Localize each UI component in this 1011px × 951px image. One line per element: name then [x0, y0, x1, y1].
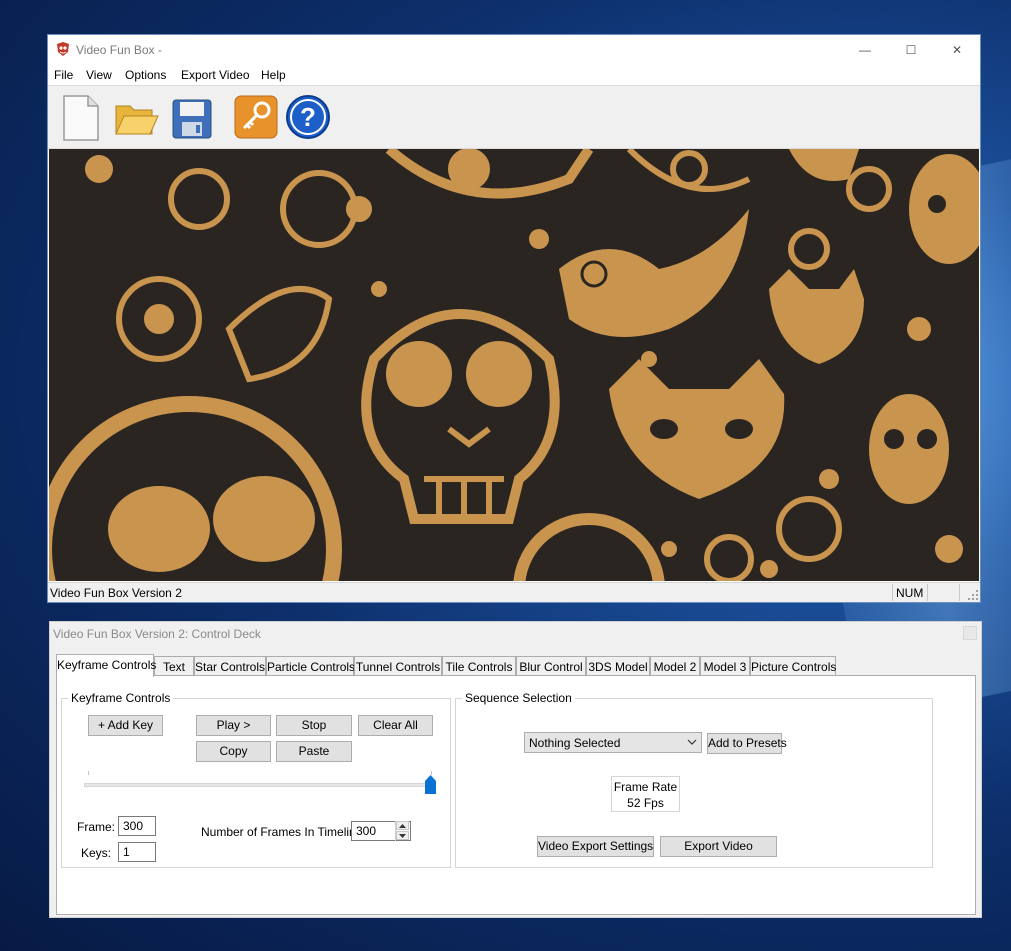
- tab-model-2[interactable]: Model 2: [650, 656, 700, 676]
- keys-label: Keys:: [81, 846, 112, 860]
- sequence-dropdown[interactable]: Nothing Selected: [524, 732, 702, 753]
- save-floppy-icon[interactable]: [168, 92, 216, 142]
- chevron-up-icon: [399, 823, 406, 828]
- toolbar: ?: [48, 85, 980, 149]
- tab-particle-controls[interactable]: Particle Controls: [266, 656, 355, 676]
- status-pane: [932, 584, 960, 601]
- tab-tile-controls[interactable]: Tile Controls: [442, 656, 516, 676]
- add-to-presets-button[interactable]: Add to Presets: [707, 733, 787, 754]
- tab-model-3[interactable]: Model 3: [700, 656, 750, 676]
- help-icon[interactable]: ?: [284, 92, 332, 142]
- close-button[interactable]: ✕: [934, 35, 980, 65]
- clear-all-button[interactable]: Clear All: [358, 715, 433, 736]
- frame-rate-value: 52 Fps: [627, 796, 664, 810]
- frame-input[interactable]: 300: [118, 816, 156, 836]
- maximize-icon: ☐: [905, 43, 917, 57]
- frame-rate-label: Frame Rate: [613, 780, 678, 794]
- menu-file[interactable]: File: [54, 68, 73, 82]
- chevron-down-icon: [399, 833, 406, 838]
- control-deck-close-button[interactable]: [963, 626, 977, 640]
- keyframe-controls-group: Keyframe Controls + Add Key Play > Stop …: [61, 691, 451, 868]
- spin-down-button[interactable]: [396, 831, 409, 840]
- window-title: Video Fun Box -: [76, 43, 162, 57]
- resize-grip-icon[interactable]: [968, 590, 978, 600]
- video-export-settings-button[interactable]: Video Export Settings: [537, 836, 654, 857]
- slider-tick-start: [88, 771, 89, 775]
- status-bar: Video Fun Box Version 2 NUM: [48, 582, 980, 602]
- video-preview-canvas[interactable]: [49, 149, 979, 581]
- control-deck-window: Video Fun Box Version 2: Control Deck Ke…: [49, 621, 982, 918]
- num-lock-indicator: NUM: [892, 584, 928, 601]
- minimize-icon: —: [859, 43, 871, 57]
- sequence-dropdown-value: Nothing Selected: [529, 736, 621, 750]
- menu-export-video[interactable]: Export Video: [181, 68, 250, 82]
- frame-rate-box: Frame Rate 52 Fps: [611, 776, 680, 812]
- status-text: Video Fun Box Version 2: [50, 586, 182, 600]
- menu-options[interactable]: Options: [125, 68, 166, 82]
- stop-button[interactable]: Stop: [276, 715, 352, 736]
- tab-star-controls[interactable]: Star Controls: [194, 656, 266, 676]
- tab-blur-control[interactable]: Blur Control: [516, 656, 586, 676]
- timeline-slider-thumb[interactable]: [425, 775, 436, 794]
- sequence-group-label: Sequence Selection: [462, 691, 575, 705]
- menu-bar: File View Options Export Video Help: [48, 65, 980, 85]
- frames-spinner: [395, 821, 409, 841]
- tab-keyframe-controls[interactable]: Keyframe Controls: [56, 654, 156, 677]
- frame-label: Frame:: [77, 820, 116, 834]
- sequence-selection-group: Sequence Selection Nothing Selected Add …: [455, 691, 933, 868]
- main-window: Video Fun Box - — ☐ ✕ File View Options …: [47, 34, 981, 603]
- open-folder-icon[interactable]: [112, 92, 160, 142]
- add-key-button[interactable]: + Add Key: [88, 715, 163, 736]
- tab-tunnel-controls[interactable]: Tunnel Controls: [354, 656, 442, 676]
- control-deck-title: Video Fun Box Version 2: Control Deck: [53, 627, 261, 641]
- export-video-button[interactable]: Export Video: [660, 836, 777, 857]
- tab-picture-controls[interactable]: Picture Controls: [750, 656, 836, 676]
- title-bar[interactable]: Video Fun Box - — ☐ ✕: [48, 35, 980, 65]
- chevron-down-icon: [687, 739, 697, 745]
- keyframe-tab-panel: Keyframe Controls + Add Key Play > Stop …: [56, 675, 976, 915]
- sugar-skull-pattern: [49, 149, 979, 581]
- paste-button[interactable]: Paste: [276, 741, 352, 762]
- play-button[interactable]: Play >: [196, 715, 271, 736]
- menu-help[interactable]: Help: [261, 68, 286, 82]
- new-document-icon[interactable]: [56, 92, 104, 142]
- help-glyph: ?: [300, 102, 316, 132]
- minimize-button[interactable]: —: [842, 35, 888, 65]
- copy-button[interactable]: Copy: [196, 741, 271, 762]
- keys-input[interactable]: 1: [118, 842, 156, 862]
- tab-text[interactable]: Text: [154, 656, 194, 676]
- close-icon: ✕: [951, 43, 963, 57]
- app-icon: [57, 42, 69, 56]
- maximize-button[interactable]: ☐: [888, 35, 934, 65]
- key-icon[interactable]: [232, 92, 280, 142]
- frames-in-timeline-label: Number of Frames In Timeline:: [201, 825, 366, 839]
- menu-view[interactable]: View: [86, 68, 112, 82]
- timeline-slider-track[interactable]: [84, 783, 436, 787]
- tab-3ds-model[interactable]: 3DS Model: [586, 656, 650, 676]
- keyframe-group-label: Keyframe Controls: [68, 691, 174, 705]
- spin-up-button[interactable]: [396, 821, 409, 830]
